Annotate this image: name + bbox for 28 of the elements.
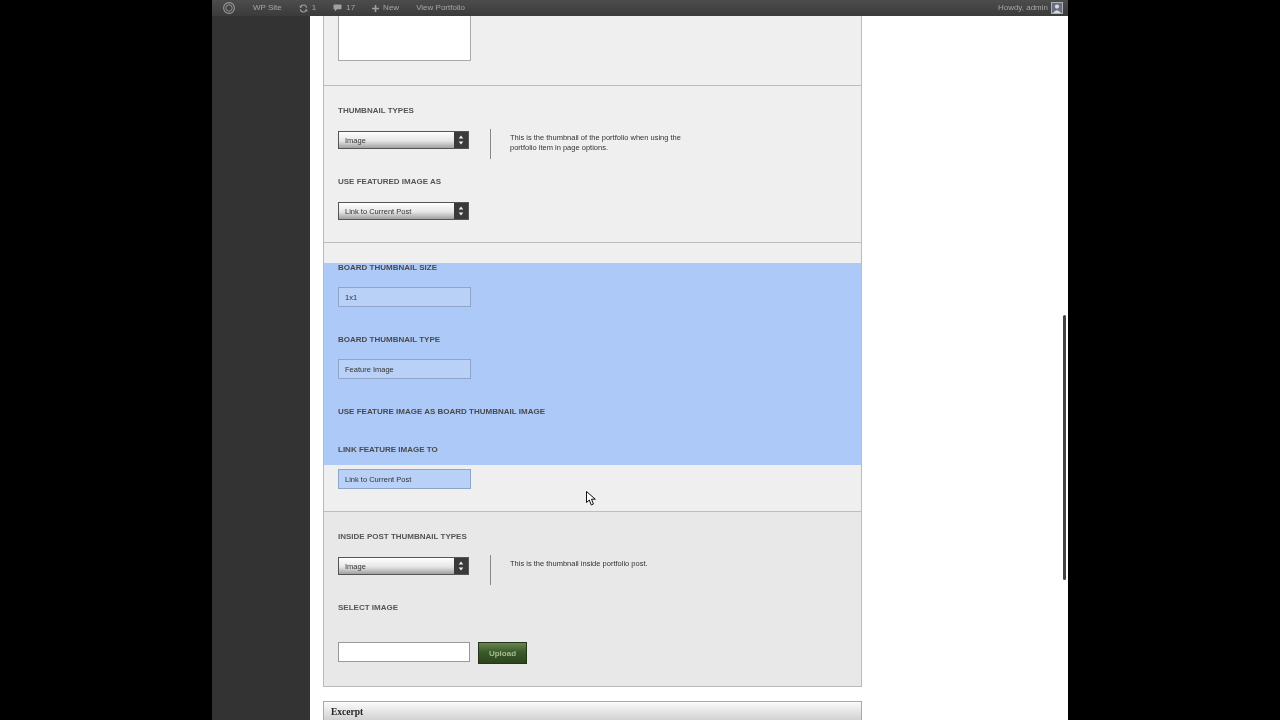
field-label: USE FEATURED IMAGE AS	[338, 177, 442, 187]
field-label: SELECT IMAGE	[338, 603, 398, 613]
field-label: INSIDE POST THUMBNAIL TYPES	[338, 532, 467, 542]
logo-icon[interactable]	[223, 2, 235, 14]
updown-arrows-icon	[454, 558, 468, 574]
excerpt-title: Excerpt	[331, 706, 364, 717]
updown-arrows-icon	[454, 132, 468, 148]
refresh-icon	[298, 3, 308, 13]
field-label: LINK FEATURE IMAGE TO	[338, 445, 438, 455]
textarea-field[interactable]	[338, 16, 471, 61]
field-label: USE FEATURE IMAGE AS BOARD THUMBNAIL IMAGE	[338, 407, 545, 417]
image-url-field[interactable]	[338, 642, 470, 662]
updates-link[interactable]: 1	[298, 3, 317, 13]
scrollbar-thumb[interactable]	[1063, 315, 1066, 580]
site-name-link[interactable]: WP Site	[253, 3, 282, 13]
plus-icon	[372, 4, 380, 12]
updown-arrows-icon	[454, 203, 468, 219]
user-avatar-icon[interactable]	[1051, 2, 1063, 14]
account-greeting-link[interactable]: Howdy, admin	[997, 3, 1048, 13]
field-label: BOARD THUMBNAIL SIZE	[338, 263, 437, 273]
mouse-pointer-icon	[586, 491, 596, 506]
view-portfolio-link[interactable]: View Portfolio	[416, 3, 465, 13]
upload-button[interactable]: Upload	[478, 642, 527, 664]
comment-bubble-icon	[333, 4, 343, 12]
new-content-link[interactable]: New	[372, 3, 400, 13]
comments-link[interactable]: 17	[333, 3, 356, 13]
field-label: THUMBNAIL TYPES	[338, 106, 414, 116]
field-label: BOARD THUMBNAIL TYPE	[338, 335, 441, 345]
